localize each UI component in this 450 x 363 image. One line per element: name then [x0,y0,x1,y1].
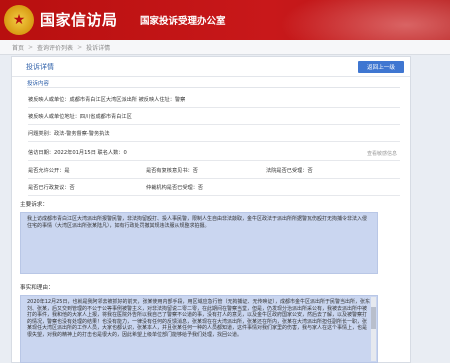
divider [28,160,400,161]
site-banner: ★ 国家信访局 国家投诉受理办公室 [0,0,450,40]
court-accepted-field: 法院是否已受理：否 [266,168,313,174]
allow-public-field: 是否允许公开：是 [28,168,70,174]
breadcrumb-query-list[interactable]: 查询评价列表 [37,43,73,52]
problem-category: 问题类别：政法-警务督察-警务执法 [28,131,110,137]
panel-title: 投诉详情 [26,63,54,71]
view-sensitive-link[interactable]: 查看敏感信息 [367,150,397,157]
divider [28,124,400,125]
panel-header: 投诉详情 返回上一级 [12,57,410,77]
review-opinion-field: 是否有复核意见书：否 [146,168,198,174]
divider [28,195,400,196]
breadcrumb: 首页 > 查询评价列表 > 投诉详情 [0,40,450,55]
scrollbar-thumb[interactable] [371,307,376,329]
main-request-text: 我上访成都市青白江区大湾派出所报警民警，非法拘留殴打、投人事民警，限制人生自由非… [27,216,368,229]
visit-date-line: 信访日期：2022年01月15日 联名人数：0 [28,150,127,156]
facts-textarea[interactable]: 2020年12月25日，也就是我阿邻去被抓好的前天，张某使用内部手段，用区域应急… [20,295,378,363]
divider [28,107,400,108]
back-button[interactable]: 返回上一级 [358,61,404,73]
divider [28,141,400,142]
divider [27,87,400,88]
reported-location: 被反映人或单位地址：四川省成都市青白江区 [28,114,132,120]
facts-label: 事实和理由： [20,285,54,291]
admin-review-field: 是否已行政复议：否 [28,185,75,191]
reported-unit: 被反映人或单位：成都市青白江区大湾区派出所 被反映人住址：警察 [28,97,186,103]
breadcrumb-home[interactable]: 首页 [12,43,24,52]
national-emblem-icon: ★ [4,5,34,35]
breadcrumb-separator: > [28,43,34,51]
breadcrumb-separator: > [77,43,83,51]
section-label: 投诉内容 [27,81,50,87]
main-request-textarea[interactable]: 我上访成都市青白江区大湾派出所报警民警，非法拘留殴打、投人事民警，限制人生自由非… [20,212,378,274]
facts-text: 2020年12月25日，也就是我阿邻去被抓好的前天，张某使用内部手段，用区域应急… [27,299,370,338]
textarea-scrollbar[interactable] [371,297,376,361]
arbitration-field: 仲裁机构是否已受理：否 [146,185,204,191]
main-request-label: 主要诉求： [20,202,48,208]
site-subtitle: 国家投诉受理办公室 [140,16,226,27]
breadcrumb-current: 投诉详情 [86,44,111,52]
divider [28,178,400,179]
site-title: 国家信访局 [40,11,118,29]
